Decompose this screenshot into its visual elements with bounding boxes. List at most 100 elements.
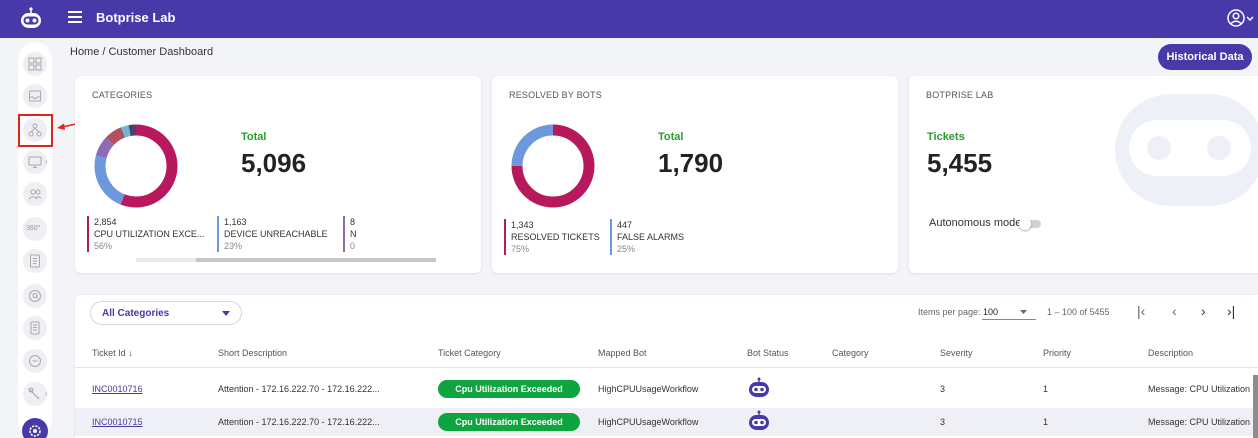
- column-header-description[interactable]: Description: [1148, 348, 1193, 358]
- bot-status-icon: [749, 410, 769, 430]
- document-icon: [30, 254, 40, 268]
- items-per-page-label: Items per page:: [918, 307, 981, 317]
- chat-icon: [29, 355, 41, 367]
- resolved-donut-chart: [511, 124, 595, 208]
- page-size-caret-icon[interactable]: [1020, 310, 1027, 315]
- ticket-id-link[interactable]: INC0010716: [92, 384, 143, 394]
- monitor-icon: [28, 156, 42, 168]
- stat-label: N: [350, 229, 357, 239]
- historical-data-button[interactable]: Historical Data: [1158, 44, 1252, 70]
- sidebar: › 360° ›: [18, 42, 52, 438]
- chevron-right-icon: ›: [45, 389, 48, 398]
- dashboard-icon: [28, 57, 42, 71]
- stat-percent: 25%: [617, 244, 636, 254]
- previous-page-button[interactable]: ‹: [1172, 303, 1177, 319]
- stat-label: CPU UTILIZATION EXCE...: [94, 229, 205, 239]
- stat-count: 1,163: [224, 217, 247, 227]
- categories-donut-chart: [94, 124, 178, 208]
- bot-status-icon: [749, 377, 769, 397]
- header-divider: [75, 367, 1258, 368]
- column-header-ticket-id[interactable]: Ticket Id ↓: [92, 348, 133, 358]
- sidebar-item-chat[interactable]: [23, 349, 47, 373]
- pagination-range: 1 – 100 of 5455: [1047, 307, 1110, 317]
- bot-watermark-icon: [1115, 94, 1258, 206]
- sidebar-item-monitor[interactable]: ›: [23, 150, 48, 174]
- total-label: Total: [241, 131, 267, 143]
- users-icon: [28, 189, 42, 200]
- stat-percent: 23%: [224, 241, 243, 251]
- column-header-ticket-category[interactable]: Ticket Category: [438, 348, 501, 358]
- description-cell: Message: CPU Utilization i: [1148, 384, 1255, 394]
- sidebar-item-files[interactable]: [23, 316, 47, 340]
- resolved-by-bots-card: RESOLVED BY BOTS Total 1,790 1,343 RESOL…: [492, 76, 898, 273]
- stat-count: 8: [350, 217, 356, 227]
- sidebar-item-inbox[interactable]: [23, 84, 47, 108]
- stat-third-category[interactable]: 8 N 0: [343, 216, 357, 252]
- user-account-icon[interactable]: [1226, 8, 1258, 28]
- sort-arrow-down-icon: ↓: [128, 348, 133, 358]
- sidebar-item-tools[interactable]: ›: [23, 382, 48, 406]
- column-header-severity[interactable]: Severity: [940, 348, 973, 358]
- table-row[interactable]: INC0010716 Attention - 172.16.222.70 - 1…: [75, 375, 1258, 403]
- stat-label: FALSE ALARMS: [617, 232, 685, 242]
- first-page-button[interactable]: |‹: [1137, 303, 1145, 319]
- table-scrollbar[interactable]: [1253, 375, 1258, 438]
- ticket-id-link[interactable]: INC0010715: [92, 417, 143, 427]
- autonomous-mode-label: Autonomous mode: [929, 217, 1022, 229]
- ticket-category-badge: Cpu Utilization Exceeded: [438, 380, 580, 398]
- next-page-button[interactable]: ›: [1201, 303, 1206, 319]
- sidebar-item-360[interactable]: 360°: [23, 217, 47, 241]
- search-icon: [29, 290, 41, 302]
- stat-resolved-tickets[interactable]: 1,343 RESOLVED TICKETS 75%: [504, 219, 600, 255]
- inbox-icon: [29, 90, 41, 102]
- column-header-label: Ticket Id: [92, 348, 126, 358]
- tickets-table-panel: All Categories Items per page: 100 1 – 1…: [75, 295, 1258, 438]
- last-page-button[interactable]: ›|: [1227, 303, 1235, 319]
- page-size-select[interactable]: 100: [983, 307, 998, 317]
- priority-cell: 1: [1043, 384, 1049, 394]
- sidebar-item-search[interactable]: [23, 284, 47, 308]
- tickets-label: Tickets: [927, 131, 965, 143]
- page-size-underline: [982, 319, 1036, 320]
- sidebar-item-dashboard[interactable]: [23, 52, 47, 76]
- stat-device-unreachable[interactable]: 1,163 DEVICE UNREACHABLE 23%: [217, 216, 328, 252]
- horizontal-scrollbar[interactable]: [136, 258, 436, 262]
- mapped-bot-cell: HighCPUUsageWorkflow: [598, 384, 699, 394]
- stat-percent: 75%: [511, 244, 530, 254]
- stat-count: 2,854: [94, 217, 117, 227]
- file-icon: [30, 321, 40, 335]
- mapped-bot-cell: HighCPUUsageWorkflow: [598, 417, 699, 427]
- settings-icon: [29, 425, 41, 437]
- stat-false-alarms[interactable]: 447 FALSE ALARMS 25%: [610, 219, 684, 255]
- stat-count: 1,343: [511, 220, 534, 230]
- column-header-bot-status[interactable]: Bot Status: [747, 348, 789, 358]
- column-header-category[interactable]: Category: [832, 348, 869, 358]
- column-header-short-description[interactable]: Short Description: [218, 348, 287, 358]
- short-description-cell: Attention - 172.16.222.70 - 172.16.222..…: [218, 417, 380, 427]
- sidebar-item-users[interactable]: [23, 182, 47, 206]
- priority-cell: 1: [1043, 417, 1049, 427]
- tools-icon: [28, 387, 40, 400]
- settings-button[interactable]: [22, 418, 48, 438]
- botprise-logo-icon[interactable]: [20, 6, 42, 30]
- column-header-priority[interactable]: Priority: [1043, 348, 1071, 358]
- breadcrumb: Home / Customer Dashboard: [70, 46, 214, 58]
- total-value: 5,096: [241, 148, 307, 178]
- sidebar-item-documents[interactable]: [23, 249, 47, 273]
- dropdown-caret-icon: [222, 311, 230, 316]
- category-filter-select[interactable]: All Categories: [90, 301, 242, 325]
- top-bar: Botprise Lab: [0, 0, 1258, 38]
- stat-percent: 56%: [94, 241, 113, 251]
- stat-label: DEVICE UNREACHABLE: [224, 229, 328, 239]
- severity-cell: 3: [940, 384, 946, 394]
- table-row[interactable]: INC0010715 Attention - 172.16.222.70 - 1…: [75, 408, 1258, 436]
- total-label: Total: [658, 131, 684, 143]
- stat-cpu-utilization[interactable]: 2,854 CPU UTILIZATION EXCE... 56%: [87, 216, 204, 252]
- hamburger-menu-icon[interactable]: [68, 11, 82, 25]
- stat-percent: 0: [350, 241, 356, 251]
- autonomous-mode-toggle[interactable]: [1019, 218, 1043, 230]
- stat-count: 447: [617, 220, 633, 230]
- column-header-mapped-bot[interactable]: Mapped Bot: [598, 348, 647, 358]
- botprise-lab-card: BOTPRISE LAB Tickets 5,455 Autonomous mo…: [909, 76, 1258, 273]
- severity-cell: 3: [940, 417, 946, 427]
